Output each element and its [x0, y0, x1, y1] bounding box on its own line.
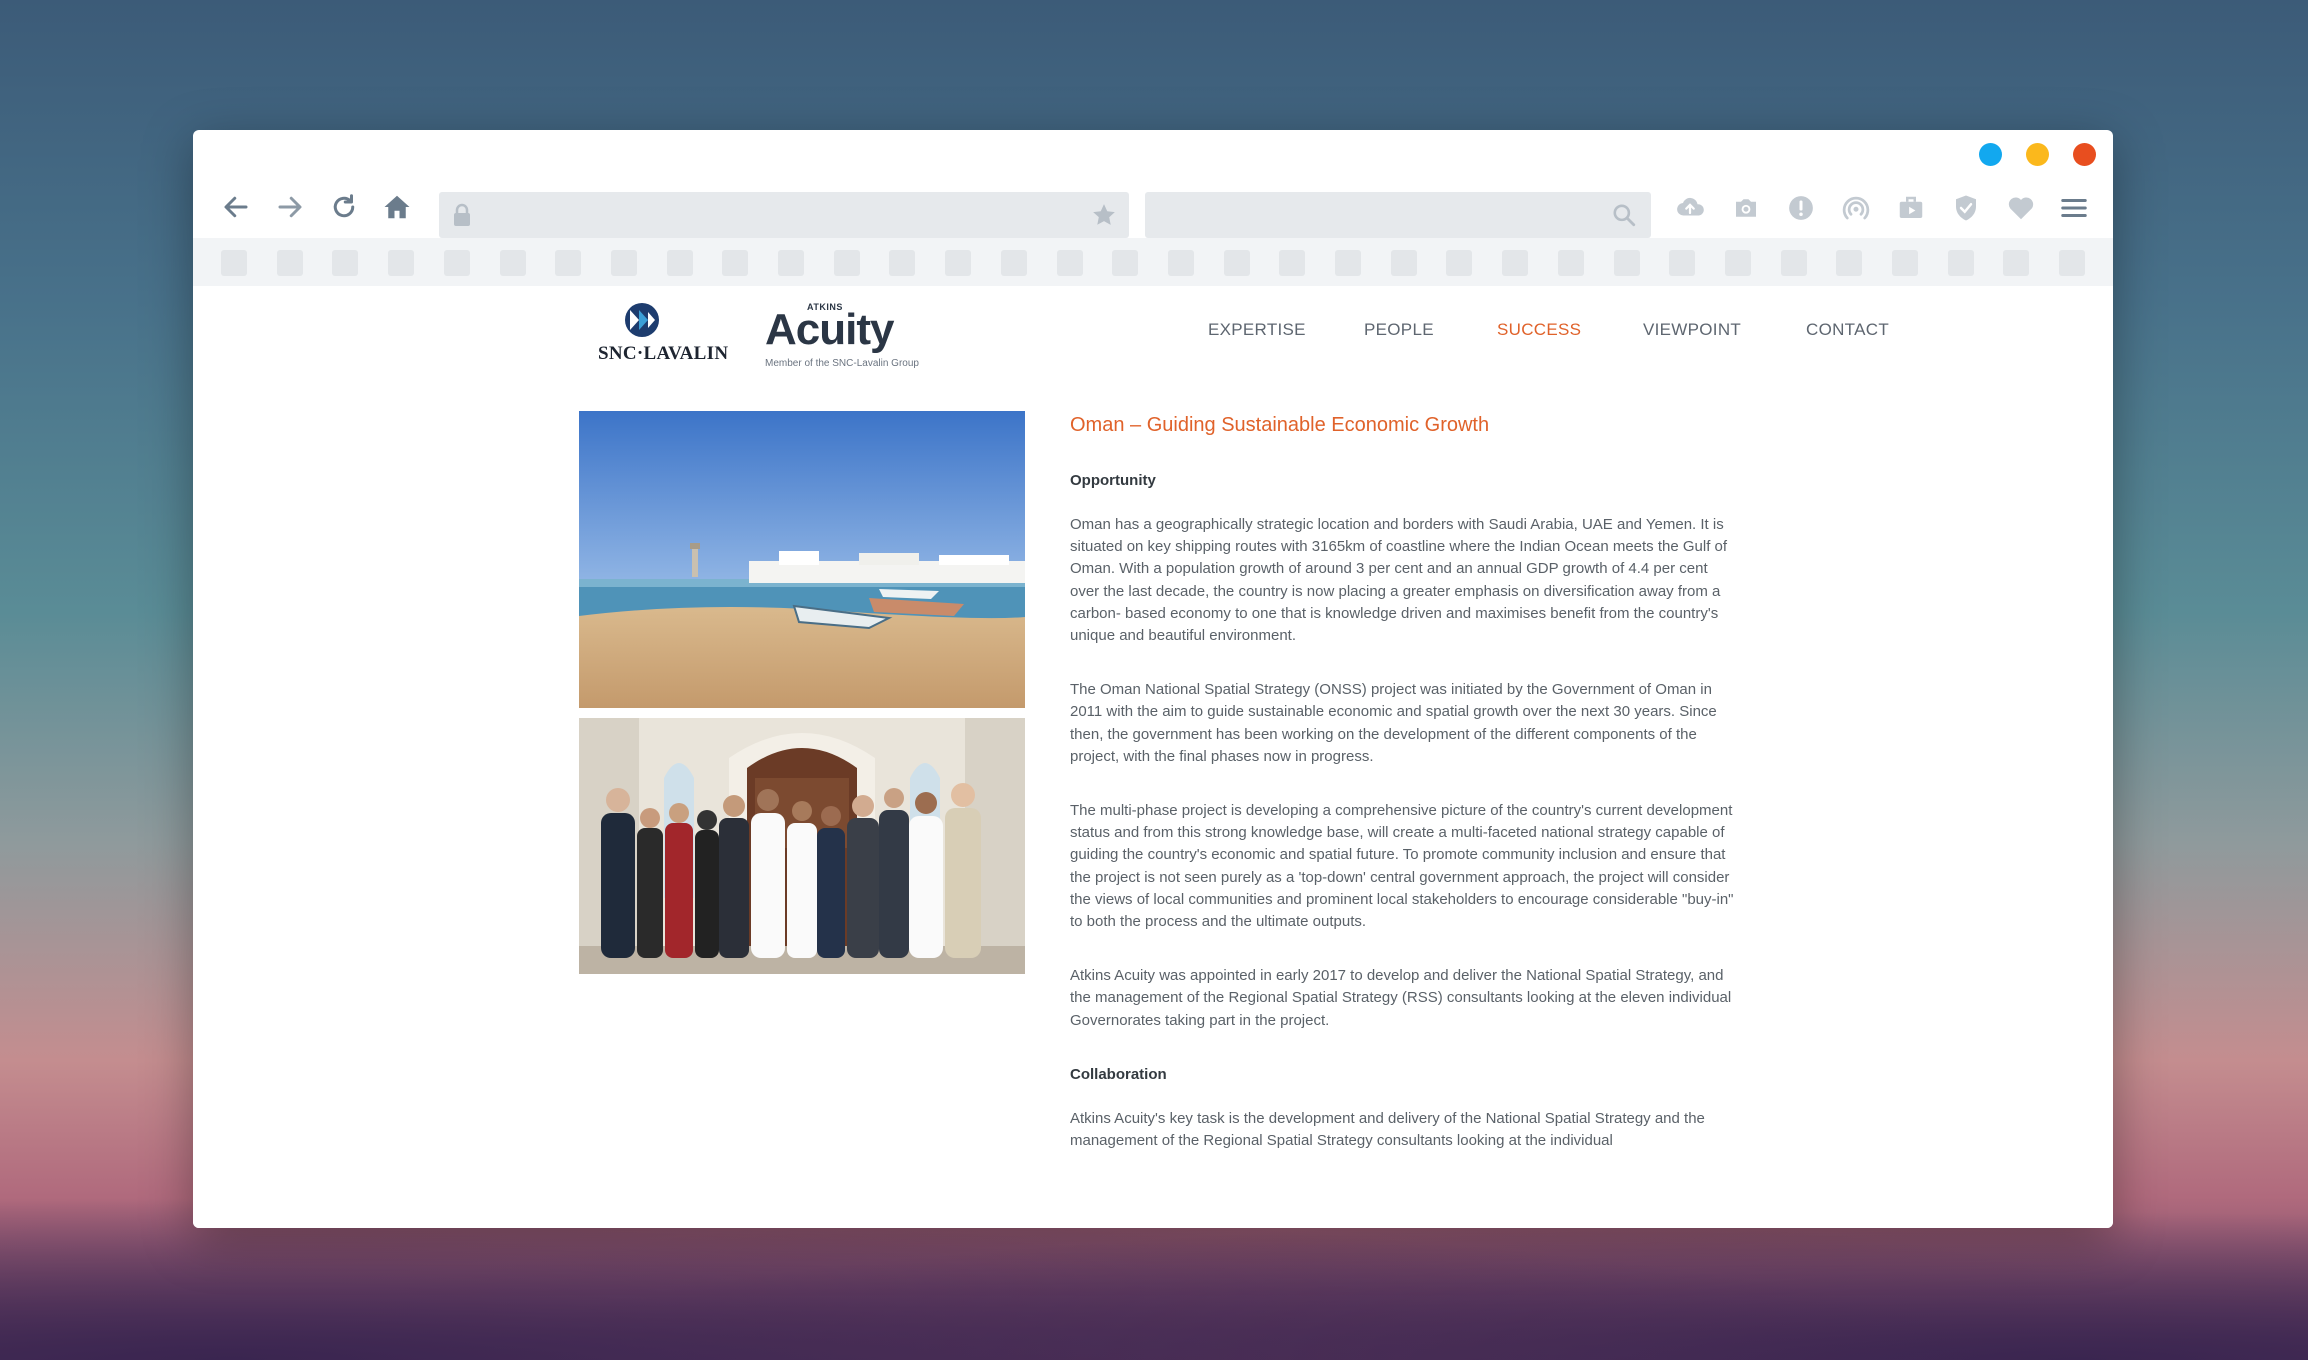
bookmark-item[interactable] — [610, 250, 637, 276]
bookmark-item[interactable] — [443, 250, 470, 276]
bookmark-item[interactable] — [555, 250, 582, 276]
heading-collaboration: Collaboration — [1070, 1065, 1167, 1083]
minimize-dot[interactable] — [1979, 143, 2002, 166]
nav-expertise[interactable]: EXPERTISE — [1208, 320, 1306, 340]
delegation-group-photo — [579, 718, 1025, 974]
briefcase-icon[interactable] — [1896, 193, 1926, 223]
bookmark-item[interactable] — [778, 250, 804, 276]
maximize-dot[interactable] — [2026, 143, 2049, 166]
bookmarks-bar — [193, 238, 2113, 286]
search-bar[interactable] — [1145, 192, 1651, 238]
bookmark-item[interactable] — [1056, 250, 1083, 276]
bookmark-item[interactable] — [666, 250, 693, 276]
bookmark-item[interactable] — [1279, 250, 1306, 276]
snc-lavalin-wordmark: SNC·LAVALIN — [598, 343, 729, 364]
acuity-wordmark: Acuity — [765, 305, 894, 354]
address-bar[interactable] — [439, 192, 1129, 238]
web-page: SNC·LAVALIN ATKINS Acuity Member of the … — [193, 286, 2113, 1228]
bookmark-item[interactable] — [1000, 250, 1027, 276]
browser-window: SNC·LAVALIN ATKINS Acuity Member of the … — [193, 130, 2113, 1228]
bookmark-item[interactable] — [499, 250, 526, 276]
bookmark-item[interactable] — [722, 250, 749, 276]
bookmark-star-icon[interactable] — [1091, 202, 1117, 228]
bookmark-item[interactable] — [833, 250, 860, 276]
bookmark-item[interactable] — [1502, 250, 1529, 276]
heart-icon[interactable] — [2006, 193, 2036, 223]
bookmark-item[interactable] — [332, 250, 359, 276]
nav-contact[interactable]: CONTACT — [1806, 320, 1889, 340]
home-icon[interactable] — [380, 190, 414, 224]
snc-lavalin-mark-icon — [625, 303, 659, 337]
bookmark-item[interactable] — [1167, 250, 1194, 276]
bookmark-item[interactable] — [889, 250, 916, 276]
bookmark-item[interactable] — [1557, 250, 1584, 276]
bookmark-item[interactable] — [388, 250, 415, 276]
paragraph-4: Atkins Acuity was appointed in early 201… — [1070, 967, 1732, 1029]
nav-people[interactable]: PEOPLE — [1364, 320, 1434, 340]
atkins-acuity-logo[interactable]: ATKINS Acuity Member of the SNC-Lavalin … — [765, 302, 919, 372]
shield-check-icon[interactable] — [1951, 193, 1981, 223]
article-title: Oman – Guiding Sustainable Economic Grow… — [1070, 414, 1490, 436]
bookmark-item[interactable] — [2003, 250, 2030, 276]
nav-success[interactable]: SUCCESS — [1497, 320, 1581, 340]
snc-lavalin-logo[interactable]: SNC·LAVALIN — [598, 302, 730, 364]
bookmark-item[interactable] — [1836, 250, 1863, 276]
broadcast-icon[interactable] — [1841, 193, 1871, 223]
nav-viewpoint[interactable]: VIEWPOINT — [1643, 320, 1741, 340]
case-study-article: Oman – Guiding Sustainable Economic Grow… — [1070, 410, 1740, 1184]
paragraph-3: The multi-phase project is developing a … — [1070, 802, 1734, 931]
close-dot[interactable] — [2073, 143, 2096, 166]
acuity-tagline: Member of the SNC-Lavalin Group — [765, 358, 919, 369]
forward-arrow-icon[interactable] — [273, 190, 307, 224]
oman-beach-photo — [579, 411, 1025, 708]
alert-icon[interactable] — [1786, 193, 1816, 223]
bookmark-item[interactable] — [945, 250, 972, 276]
window-controls — [1979, 143, 2096, 166]
paragraph-1: Oman has a geographically strategic loca… — [1070, 516, 1728, 645]
cloud-upload-icon[interactable] — [1675, 193, 1705, 223]
bookmark-item[interactable] — [1446, 250, 1473, 276]
bookmark-item[interactable] — [1390, 250, 1417, 276]
bookmark-item[interactable] — [1780, 250, 1807, 276]
bookmark-item[interactable] — [276, 250, 303, 276]
bookmark-item[interactable] — [2059, 250, 2086, 276]
heading-opportunity: Opportunity — [1070, 472, 1156, 489]
bookmark-item[interactable] — [1892, 250, 1918, 276]
bookmark-item[interactable] — [1613, 250, 1640, 276]
menu-icon[interactable] — [2059, 193, 2089, 223]
bookmark-item[interactable] — [221, 250, 247, 276]
paragraph-5: Atkins Acuity's key task is the developm… — [1070, 1109, 1705, 1150]
bookmark-item[interactable] — [1112, 250, 1139, 276]
bookmark-item[interactable] — [1335, 250, 1361, 276]
bookmark-item[interactable] — [1223, 250, 1250, 276]
lock-icon — [454, 203, 470, 226]
bookmark-item[interactable] — [1947, 250, 1974, 276]
camera-icon[interactable] — [1731, 193, 1761, 223]
bookmark-item[interactable] — [1724, 250, 1751, 276]
back-arrow-icon[interactable] — [219, 190, 253, 224]
search-icon[interactable] — [1611, 202, 1637, 228]
paragraph-2: The Oman National Spatial Strategy (ONSS… — [1070, 681, 1717, 765]
reload-icon[interactable] — [327, 190, 361, 224]
browser-toolbar — [193, 176, 2113, 238]
bookmark-item[interactable] — [1669, 250, 1696, 276]
